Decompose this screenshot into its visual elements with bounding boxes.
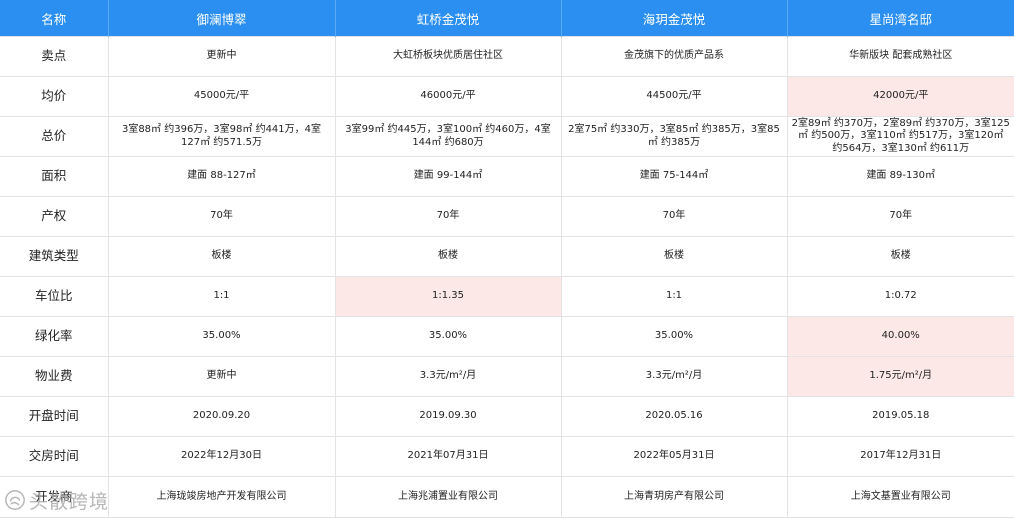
- table-cell: 建面 99-144㎡: [334, 156, 562, 197]
- table-cell: 46000元/平: [334, 76, 562, 117]
- table-cell: 更新中: [107, 36, 336, 77]
- row-label: 产权: [0, 196, 109, 237]
- comparison-table: 名称 御澜博翠 虹桥金茂悦 海玥金茂悦 星尚湾名邸 卖点 更新中 大虹桥板块优质居住…: [0, 0, 1014, 518]
- row-label: 绿化率: [0, 316, 109, 357]
- table-cell: 建面 75-144㎡: [560, 156, 788, 197]
- table-cell: 40.00%: [786, 316, 1014, 357]
- table-row: 物业费 更新中 3.3元/m²/月 3.3元/m²/月 1.75元/m²/月: [0, 356, 1014, 397]
- table-cell: 建面 88-127㎡: [107, 156, 336, 197]
- header-project-4: 星尚湾名邸: [787, 0, 1014, 37]
- table-cell: 70年: [107, 196, 336, 237]
- table-cell: 1:1: [560, 276, 788, 317]
- row-label: 物业费: [0, 356, 109, 397]
- table-cell: 2022年12月30日: [107, 436, 336, 477]
- table-cell: 板楼: [786, 236, 1014, 277]
- table-cell: 35.00%: [560, 316, 788, 357]
- table-cell: 板楼: [560, 236, 788, 277]
- header-label-name: 名称: [0, 0, 109, 37]
- row-label: 车位比: [0, 276, 109, 317]
- row-label: 面积: [0, 156, 109, 197]
- row-label: 卖点: [0, 36, 109, 77]
- table-cell: 35.00%: [334, 316, 562, 357]
- table-row: 开盘时间 2020.09.20 2019.09.30 2020.05.16 2019.0…: [0, 396, 1014, 437]
- table-cell: 2室89㎡ 约370万，2室89㎡ 约370万，3室125㎡ 约500万，3室1…: [786, 116, 1014, 157]
- table-cell: 45000元/平: [107, 76, 336, 117]
- table-cell: 3室88㎡ 约396万，3室98㎡ 约441万，4室127㎡ 约571.5万: [107, 116, 336, 157]
- table-cell: 2020.09.20: [107, 396, 336, 437]
- table-row: 卖点 更新中 大虹桥板块优质居住社区 金茂旗下的优质产品系 华新版块 配套成熟社区: [0, 36, 1014, 77]
- header-project-1: 御澜博翠: [108, 0, 336, 37]
- table-cell: 1.75元/m²/月: [786, 356, 1014, 397]
- table-cell: 2017年12月31日: [786, 436, 1014, 477]
- table-cell: 2019.05.18: [786, 396, 1014, 437]
- table-row: 交房时间 2022年12月30日 2021年07月31日 2022年05月31日 201…: [0, 436, 1014, 477]
- header-row: 名称 御澜博翠 虹桥金茂悦 海玥金茂悦 星尚湾名邸: [0, 0, 1014, 37]
- table-cell: 70年: [786, 196, 1014, 237]
- table-cell: 1:0.72: [786, 276, 1014, 317]
- table-row: 建筑类型 板楼 板楼 板楼 板楼: [0, 236, 1014, 277]
- table-cell: 70年: [560, 196, 788, 237]
- header-project-2: 虹桥金茂悦: [335, 0, 562, 37]
- table-cell: 建面 89-130㎡: [786, 156, 1014, 197]
- table-cell: 35.00%: [107, 316, 336, 357]
- table-cell: 上海文基置业有限公司: [786, 476, 1014, 518]
- row-label: 开盘时间: [0, 396, 109, 437]
- table-cell: 金茂旗下的优质产品系: [560, 36, 788, 77]
- table-cell: 板楼: [107, 236, 336, 277]
- table-cell: 70年: [334, 196, 562, 237]
- table-row: 均价 45000元/平 46000元/平 44500元/平 42000元/平: [0, 76, 1014, 117]
- table-cell: 2021年07月31日: [334, 436, 562, 477]
- table-cell: 3.3元/m²/月: [334, 356, 562, 397]
- table-row: 总价 3室88㎡ 约396万，3室98㎡ 约441万，4室127㎡ 约571.5万…: [0, 116, 1014, 157]
- table-cell: 板楼: [334, 236, 562, 277]
- table-row: 产权 70年 70年 70年 70年: [0, 196, 1014, 237]
- table-cell: 更新中: [107, 356, 336, 397]
- header-project-3: 海玥金茂悦: [561, 0, 788, 37]
- table-row: 开发商 上海珑竣房地产开发有限公司 上海兆浦置业有限公司 上海青玥房产有限公司 上海文基…: [0, 476, 1014, 518]
- table-row: 绿化率 35.00% 35.00% 35.00% 40.00%: [0, 316, 1014, 357]
- table-cell: 3室99㎡ 约445万，3室100㎡ 约460万，4室144㎡ 约680万: [334, 116, 562, 157]
- row-label: 均价: [0, 76, 109, 117]
- table-cell: 上海兆浦置业有限公司: [334, 476, 562, 518]
- table-cell: 44500元/平: [560, 76, 788, 117]
- row-label: 总价: [0, 116, 109, 157]
- table-row: 车位比 1:1 1:1.35 1:1 1:0.72: [0, 276, 1014, 317]
- table-cell: 42000元/平: [786, 76, 1014, 117]
- row-label: 开发商: [0, 476, 109, 518]
- table-cell: 大虹桥板块优质居住社区: [334, 36, 562, 77]
- table-row: 面积 建面 88-127㎡ 建面 99-144㎡ 建面 75-144㎡ 建面 89-13…: [0, 156, 1014, 197]
- table-cell: 1:1: [107, 276, 336, 317]
- table-cell: 上海珑竣房地产开发有限公司: [107, 476, 336, 518]
- table-cell: 华新版块 配套成熟社区: [786, 36, 1014, 77]
- row-label: 建筑类型: [0, 236, 109, 277]
- table-cell: 2020.05.16: [560, 396, 788, 437]
- row-label: 交房时间: [0, 436, 109, 477]
- table-cell: 3.3元/m²/月: [560, 356, 788, 397]
- table-cell: 1:1.35: [334, 276, 562, 317]
- table-cell: 上海青玥房产有限公司: [560, 476, 788, 518]
- table-cell: 2室75㎡ 约330万，3室85㎡ 约385万，3室85㎡ 约385万: [560, 116, 788, 157]
- table-cell: 2022年05月31日: [560, 436, 788, 477]
- table-cell: 2019.09.30: [334, 396, 562, 437]
